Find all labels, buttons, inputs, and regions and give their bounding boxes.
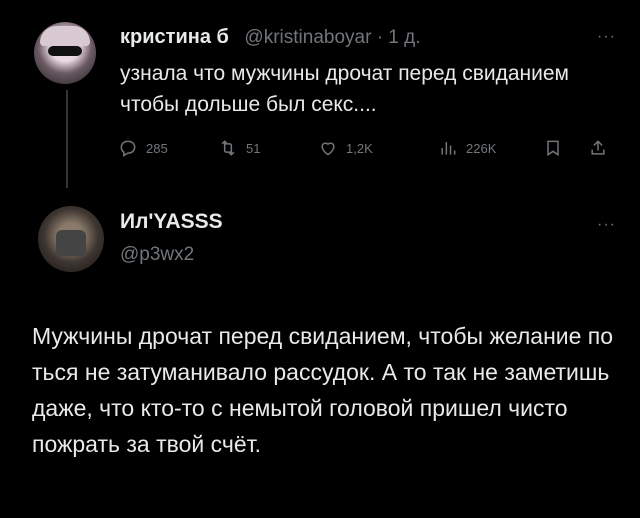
views-icon xyxy=(441,142,456,155)
avatar[interactable] xyxy=(34,22,96,84)
like-button[interactable]: 1,2K xyxy=(318,138,373,158)
reply-button[interactable]: 285 xyxy=(118,138,168,158)
share-icon xyxy=(591,140,605,155)
retweet-count: 51 xyxy=(246,140,261,156)
retweet-icon xyxy=(221,140,235,156)
tweet-original[interactable]: кристина б @kristinaboyar · 1 д. ··· узн… xyxy=(0,0,640,200)
views-count: 226K xyxy=(466,140,497,156)
like-count: 1,2K xyxy=(346,140,373,156)
author-handle[interactable]: @p3wx2 xyxy=(120,244,194,266)
avatar[interactable] xyxy=(38,206,104,272)
retweet-button[interactable]: 51 xyxy=(218,138,260,158)
reply-icon xyxy=(120,140,136,157)
like-icon xyxy=(321,142,335,156)
more-options-button[interactable]: ··· xyxy=(597,216,616,234)
bookmark-button[interactable] xyxy=(543,138,563,158)
share-button[interactable] xyxy=(588,138,608,158)
more-options-button[interactable]: ··· xyxy=(597,28,616,46)
bookmark-icon xyxy=(547,140,559,157)
tweet-header: кристина б @kristinaboyar · 1 д. xyxy=(120,26,421,49)
reply-count: 285 xyxy=(146,140,168,156)
tweet-reply[interactable]: Ил'YASSS @p3wx2 ··· Мужчины дрочат перед… xyxy=(0,196,640,518)
thread-connector xyxy=(66,90,68,188)
tweet-text: Мужчины дрочат перед свиданием, чтобы же… xyxy=(32,323,614,457)
author-handle[interactable]: @kristinaboyar · 1 д. xyxy=(244,27,420,48)
avatar-figure xyxy=(56,230,86,256)
author-name[interactable]: кристина б xyxy=(120,26,229,48)
author-name[interactable]: Ил'YASSS xyxy=(120,210,223,234)
tweet-text: узнала что мужчины дрочат перед свидание… xyxy=(120,62,569,116)
views-button[interactable]: 226K xyxy=(438,138,496,158)
tweet-actions: 285 51 1,2K 226K xyxy=(118,138,618,162)
avatar-glasses xyxy=(48,46,82,56)
avatar-hair xyxy=(40,26,90,46)
